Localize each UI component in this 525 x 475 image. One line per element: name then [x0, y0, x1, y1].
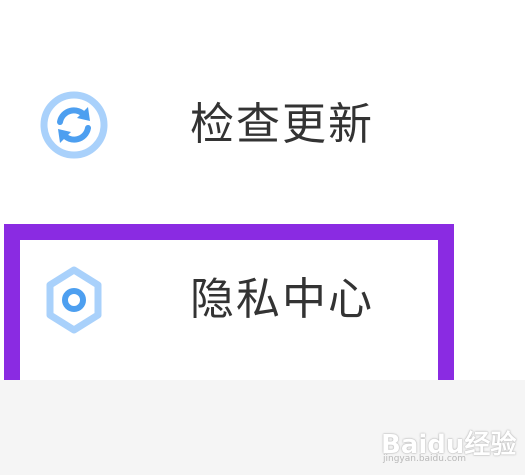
privacy-center-item[interactable]: 隐私中心: [0, 250, 525, 350]
gear-icon: [40, 266, 108, 334]
privacy-center-label: 隐私中心: [190, 274, 374, 325]
settings-menu: 检查更新 隐私中心: [0, 0, 525, 380]
refresh-icon: [40, 91, 108, 159]
check-update-label: 检查更新: [190, 99, 374, 150]
bottom-band: [0, 380, 525, 475]
check-update-item[interactable]: 检查更新: [0, 75, 525, 175]
